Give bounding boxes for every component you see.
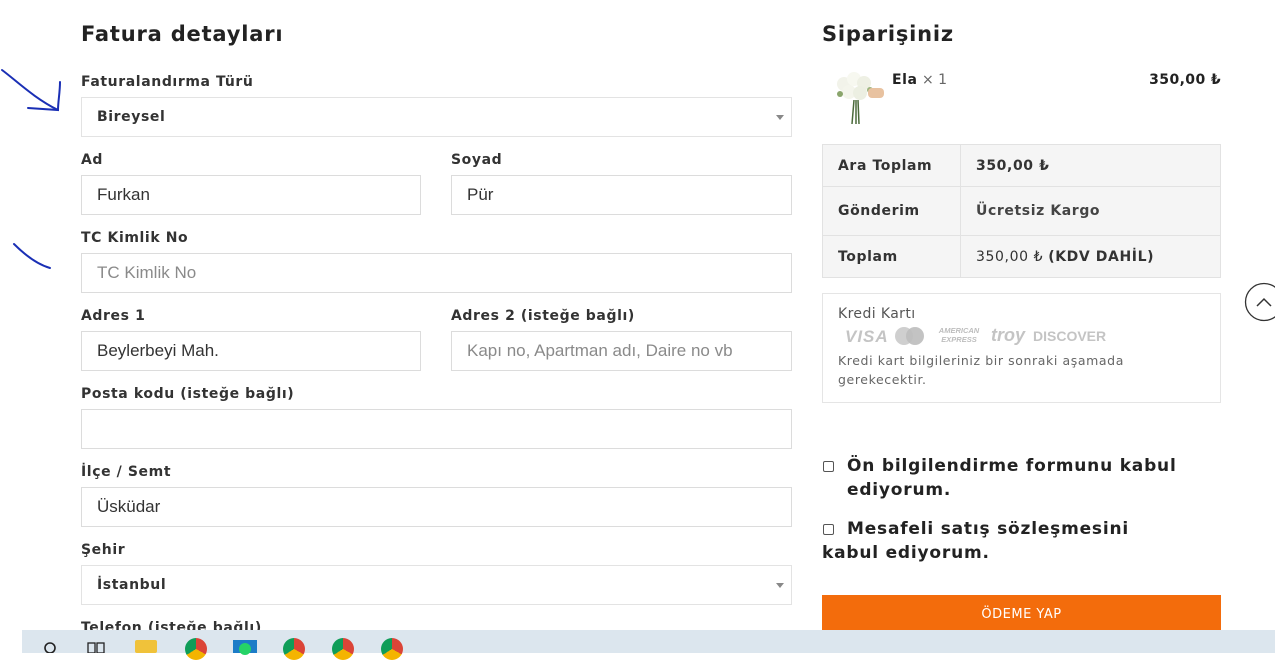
district-input[interactable]: Üsküdar [81,487,792,527]
chrome-profile-icon[interactable] [332,638,354,660]
invoice-type-label: Faturalandırma Türü [81,74,254,90]
chrome-icon[interactable] [185,638,207,660]
chevron-down-icon [776,583,784,588]
tax-note: (KDV DAHİL) [1048,249,1154,265]
last-name-label: Soyad [451,152,502,168]
payment-note: Kredi kart bilgileriniz bir sonraki aşam… [838,351,1168,389]
file-explorer-icon[interactable] [135,640,157,653]
task-view-icon[interactable] [87,641,105,653]
city-value: İstanbul [97,577,166,593]
invoice-type-value: Bireysel [97,109,165,125]
pay-button[interactable]: ÖDEME YAP [822,595,1221,635]
visa-icon: VISA [845,327,889,347]
tc-no-input[interactable]: TC Kimlik No [81,253,792,293]
address2-label: Adres 2 (isteğe bağlı) [451,308,635,324]
billing-title: Fatura detayları [81,22,283,46]
payment-method-box[interactable]: Kredi Kartı VISA AMERICAN EXPRESS troy D… [822,293,1221,403]
preinfo-label[interactable]: Ön bilgilendirme formunu kabul ediyorum. [847,454,1275,502]
total-cell: 350,00 ₺ (KDV DAHİL) [961,236,1221,278]
table-row: Toplam 350,00 ₺ (KDV DAHİL) [823,236,1221,278]
amex-icon: AMERICAN EXPRESS [933,326,985,346]
subtotal-label: Ara Toplam [823,145,961,187]
address2-input[interactable]: Kapı no, Apartman adı, Daire no vb [451,331,792,371]
subtotal-value: 350,00 ₺ [961,145,1221,187]
annotation-tick-icon [10,240,60,274]
annotation-arrow-icon [0,64,70,124]
preinfo-checkbox[interactable] [823,461,834,472]
tc-no-label: TC Kimlik No [81,230,188,246]
total-value: 350,00 ₺ [976,249,1043,265]
city-label: Şehir [81,542,125,558]
invoice-type-select[interactable]: Bireysel [81,97,792,137]
search-icon[interactable] [42,640,58,653]
product-thumbnail [832,70,884,126]
distance-sales-label[interactable]: Mesafeli satış sözleşmesini kabul ediyor… [822,517,1152,565]
taskbar [22,630,1275,653]
scroll-to-top-button[interactable] [1244,282,1275,322]
chevron-down-icon [776,115,784,120]
city-select[interactable]: İstanbul [81,565,792,605]
order-item-name: Ela [892,72,918,88]
chrome-profile-icon[interactable] [283,638,305,660]
first-name-input[interactable]: Furkan [81,175,421,215]
shipping-label: Gönderim [823,187,961,236]
order-item-price: 350,00 ₺ [1120,72,1221,88]
order-title: Siparişiniz [822,22,954,46]
first-name-label: Ad [81,152,103,168]
chrome-profile-icon[interactable] [381,638,403,660]
address1-input[interactable]: Beylerbeyi Mah. [81,331,421,371]
postcode-label: Posta kodu (isteğe bağlı) [81,386,294,402]
shipping-value: Ücretsiz Kargo [961,187,1221,236]
whatsapp-icon[interactable] [233,640,257,653]
last-name-input[interactable]: Pür [451,175,792,215]
table-row: Ara Toplam 350,00 ₺ [823,145,1221,187]
order-totals-table: Ara Toplam 350,00 ₺ Gönderim Ücretsiz Ka… [822,144,1221,278]
troy-icon: troy [991,325,1025,346]
order-item-qty: × 1 [922,72,947,88]
total-label: Toplam [823,236,961,278]
district-label: İlçe / Semt [81,464,171,480]
mastercard-icon [894,326,926,346]
address1-label: Adres 1 [81,308,145,324]
postcode-input[interactable] [81,409,792,449]
payment-method-label: Kredi Kartı [838,306,916,322]
table-row: Gönderim Ücretsiz Kargo [823,187,1221,236]
discover-icon: DISCOVER [1033,328,1106,344]
